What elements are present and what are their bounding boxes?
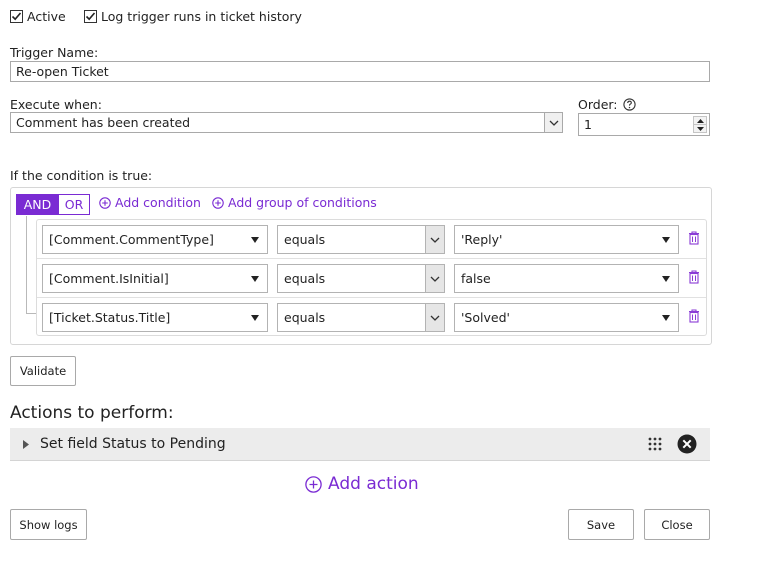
add-group-label: Add group of conditions — [228, 195, 377, 210]
condition-field-value: [Ticket.Status.Title] — [49, 310, 171, 325]
plus-circle-icon — [212, 196, 224, 209]
condition-value-select[interactable]: 'Solved' — [454, 303, 679, 332]
condition-rows-container: [Comment.CommentType] equals 'Reply' [Co… — [36, 219, 707, 336]
condition-operator-select[interactable]: equals — [277, 264, 445, 293]
action-item-label: Set field Status to Pending — [40, 436, 226, 452]
plus-circle-icon — [99, 196, 111, 209]
add-condition-link[interactable]: Add condition — [99, 195, 201, 210]
operator-dropdown-button[interactable] — [425, 304, 444, 331]
add-group-link[interactable]: Add group of conditions — [212, 195, 377, 210]
active-label: Active — [27, 9, 66, 24]
execute-when-dropdown-button[interactable] — [544, 113, 562, 132]
condition-operator-value: equals — [284, 232, 326, 247]
actions-heading: Actions to perform: — [10, 403, 174, 423]
triangle-down-icon — [251, 237, 259, 243]
save-button[interactable]: Save — [568, 509, 634, 540]
log-trigger-checkbox[interactable] — [84, 10, 97, 23]
condition-operator-value: equals — [284, 271, 326, 286]
trash-icon[interactable] — [688, 270, 700, 284]
or-toggle[interactable]: OR — [58, 194, 90, 215]
order-value: 1 — [584, 117, 592, 132]
condition-operator-value: equals — [284, 310, 326, 325]
validate-button[interactable]: Validate — [10, 356, 76, 386]
order-stepper[interactable]: 1 — [578, 113, 710, 136]
condition-field-select[interactable]: [Ticket.Status.Title] — [42, 303, 268, 332]
and-label: AND — [23, 197, 52, 212]
active-checkbox-group[interactable]: Active — [10, 9, 66, 24]
save-label: Save — [586, 517, 616, 532]
trigger-name-label: Trigger Name: — [10, 45, 99, 60]
condition-value-value: 'Solved' — [461, 310, 510, 325]
condition-field-value: [Comment.CommentType] — [49, 232, 214, 247]
triangle-down-icon — [251, 276, 259, 282]
condition-value-value: false — [461, 271, 491, 286]
chevron-down-icon — [430, 237, 440, 243]
log-trigger-label: Log trigger runs in ticket history — [101, 9, 302, 24]
chevron-down-icon — [430, 315, 440, 321]
condition-field-value: [Comment.IsInitial] — [49, 271, 169, 286]
and-toggle[interactable]: AND — [16, 194, 59, 215]
triangle-down-icon — [251, 315, 259, 321]
condition-field-select[interactable]: [Comment.CommentType] — [42, 225, 268, 254]
operator-dropdown-button[interactable] — [425, 226, 444, 253]
execute-when-select[interactable]: Comment has been created — [10, 112, 563, 133]
add-action-link[interactable]: Add action — [305, 474, 419, 494]
check-icon — [85, 12, 96, 21]
close-button[interactable]: Close — [644, 509, 710, 540]
order-label: Order: — [578, 97, 618, 112]
tree-connector-branch — [26, 313, 36, 314]
add-action-label: Add action — [328, 474, 419, 494]
chevron-down-icon — [549, 120, 558, 126]
tree-connector — [26, 216, 27, 314]
remove-circle-icon[interactable] — [677, 434, 697, 454]
log-checkbox-group[interactable]: Log trigger runs in ticket history — [84, 9, 302, 24]
conditions-panel: AND OR Add condition Add group of condit… — [10, 187, 712, 345]
plus-circle-icon — [305, 475, 322, 493]
condition-value-select[interactable]: false — [454, 264, 679, 293]
trigger-name-input[interactable]: Re-open Ticket — [10, 61, 710, 82]
check-icon — [11, 12, 22, 21]
close-label: Close — [661, 517, 693, 532]
trash-icon[interactable] — [688, 231, 700, 245]
chevron-down-icon — [430, 276, 440, 282]
execute-when-label: Execute when: — [10, 97, 102, 112]
execute-when-value: Comment has been created — [16, 115, 191, 130]
conditions-heading: If the condition is true: — [10, 168, 153, 183]
condition-value-select[interactable]: 'Reply' — [454, 225, 679, 254]
show-logs-button[interactable]: Show logs — [10, 509, 87, 540]
condition-operator-select[interactable]: equals — [277, 303, 445, 332]
validate-label: Validate — [19, 364, 67, 378]
add-condition-label: Add condition — [115, 195, 201, 210]
drag-handle-icon[interactable] — [648, 437, 662, 451]
order-label-group: Order: — [578, 97, 636, 112]
order-stepper-arrows[interactable] — [693, 116, 707, 133]
caret-right-icon[interactable] — [23, 440, 29, 449]
or-label: OR — [64, 197, 84, 212]
action-item[interactable]: Set field Status to Pending — [10, 428, 710, 461]
show-logs-label: Show logs — [19, 517, 78, 532]
active-checkbox[interactable] — [10, 10, 23, 23]
triangle-down-icon — [662, 237, 670, 243]
stepper-down-icon[interactable] — [694, 125, 706, 132]
stepper-up-icon[interactable] — [694, 117, 706, 125]
operator-dropdown-button[interactable] — [425, 265, 444, 292]
condition-operator-select[interactable]: equals — [277, 225, 445, 254]
trigger-name-value: Re-open Ticket — [16, 64, 109, 79]
condition-value-value: 'Reply' — [461, 232, 503, 247]
question-circle-icon[interactable] — [622, 98, 636, 111]
trash-icon[interactable] — [688, 309, 700, 323]
condition-field-select[interactable]: [Comment.IsInitial] — [42, 264, 268, 293]
triangle-down-icon — [662, 315, 670, 321]
triangle-down-icon — [662, 276, 670, 282]
